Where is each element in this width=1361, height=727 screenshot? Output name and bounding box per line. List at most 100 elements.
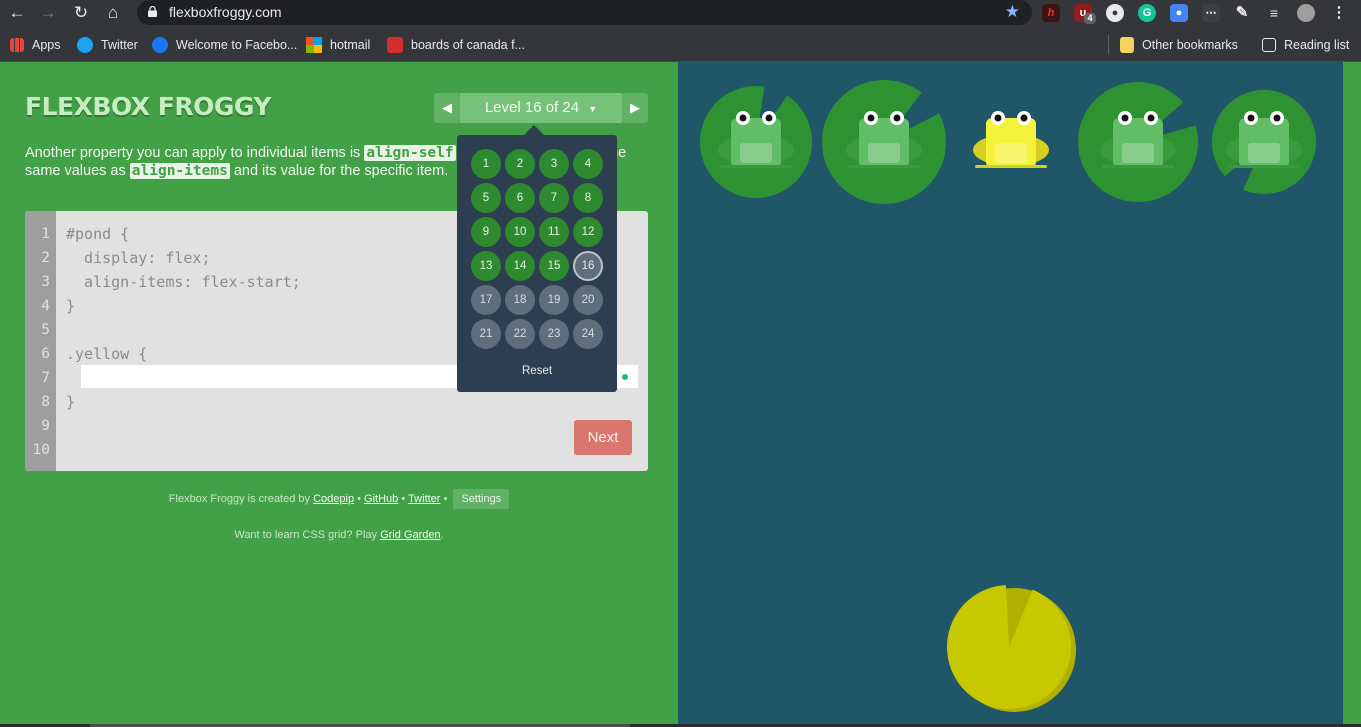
extensions-puzzle-icon[interactable]: ✎ <box>1233 4 1251 22</box>
instruction-text: and its value for the specific item. <box>229 163 449 179</box>
separator: • <box>398 493 409 505</box>
bookmark-label: Reading list <box>1284 38 1350 52</box>
level-18-button[interactable]: 18 <box>505 285 535 315</box>
frog-green-4-pupil <box>1121 114 1129 122</box>
code-line: align-items: flex-start; <box>66 273 301 291</box>
frog-green-2-pupil <box>867 114 875 122</box>
level-6-button[interactable]: 6 <box>505 183 535 213</box>
profile-avatar[interactable] <box>1297 4 1315 22</box>
level-21-button[interactable]: 21 <box>471 319 501 349</box>
bookmark-apps[interactable]: Apps <box>10 36 61 54</box>
reload-icon[interactable]: ↻ <box>70 2 92 24</box>
bookmark-star-icon[interactable]: ★ <box>1005 2 1020 22</box>
grid-garden-link[interactable]: Grid Garden <box>380 529 441 541</box>
bookmark-other[interactable]: Other bookmarks <box>1120 36 1238 54</box>
url-text: flexboxfroggy.com <box>169 4 282 20</box>
grammarly-icon[interactable]: G <box>1138 4 1156 22</box>
level-12-button[interactable]: 12 <box>573 217 603 247</box>
bookmark-twitter[interactable]: Twitter <box>77 36 138 54</box>
extension-circle-icon[interactable]: ● <box>1106 4 1124 22</box>
twitter-link[interactable]: Twitter <box>408 493 440 505</box>
pond-scene <box>700 79 1316 712</box>
instruction-text: Another property you can apply to indivi… <box>25 145 365 161</box>
h-extension-icon[interactable]: h <box>1042 4 1060 22</box>
menu-kebab-icon[interactable]: ⋮ <box>1330 4 1348 22</box>
bookmark-facebook[interactable]: Welcome to Facebo... <box>152 36 297 54</box>
level-16-button[interactable]: 16 <box>573 251 603 281</box>
level-5-button[interactable]: 5 <box>471 183 501 213</box>
level-13-button[interactable]: 13 <box>471 251 501 281</box>
level-text: Level 16 of 24 <box>484 99 580 116</box>
bookmark-label: Welcome to Facebo... <box>176 38 298 52</box>
next-level-arrow-button[interactable]: ▶ <box>622 93 648 123</box>
level-8-button[interactable]: 8 <box>573 183 603 213</box>
translate-extension-icon[interactable]: ● <box>1170 4 1188 22</box>
level-2-button[interactable]: 2 <box>505 149 535 179</box>
level-10-button[interactable]: 10 <box>505 217 535 247</box>
line-number: 3 <box>41 274 50 290</box>
back-icon[interactable]: ← <box>6 2 28 24</box>
credits-line: Flexbox Froggy is created by Codepip • G… <box>0 489 678 509</box>
bookmark-label: hotmail <box>330 38 371 52</box>
code-line: } <box>66 297 76 315</box>
frog-green-4-feet <box>1102 165 1174 168</box>
separator: • <box>354 493 365 505</box>
line-number: 6 <box>41 346 50 362</box>
settings-button[interactable]: Settings <box>453 489 510 509</box>
line-number: 4 <box>41 298 50 314</box>
frog-green-5-pupil <box>1247 114 1255 122</box>
forward-icon[interactable]: → <box>37 2 59 24</box>
grid-garden-promo: Want to learn CSS grid? Play Grid Garden… <box>0 529 678 541</box>
level-indicator[interactable]: Level 16 of 24 ▼ <box>460 93 622 123</box>
bookmarks-divider <box>1108 35 1109 54</box>
code-line: #pond { <box>66 225 130 243</box>
level-24-button[interactable]: 24 <box>573 319 603 349</box>
input-status-dot <box>622 374 628 380</box>
bookmark-hotmail[interactable]: hotmail <box>306 36 370 54</box>
level-14-button[interactable]: 14 <box>505 251 535 281</box>
codepip-link[interactable]: Codepip <box>313 493 354 505</box>
level-1-button[interactable]: 1 <box>471 149 501 179</box>
frog-green-5-pupil <box>1273 114 1281 122</box>
game-logo: FLEXBOX FROGGY <box>25 92 271 121</box>
microsoft-icon <box>306 37 322 53</box>
level-4-button[interactable]: 4 <box>573 149 603 179</box>
pond-board <box>678 62 1343 724</box>
browser-toolbar: ← → ↻ ⌂ flexboxfroggy.com ★ h u 4 ● G ● … <box>0 0 1361 27</box>
frog-green-1-feet <box>720 165 792 168</box>
level-23-button[interactable]: 23 <box>539 319 569 349</box>
bookmark-label: Apps <box>32 38 61 52</box>
level-7-button[interactable]: 7 <box>539 183 569 213</box>
frog-green-4-pupil <box>1147 114 1155 122</box>
level-19-button[interactable]: 19 <box>539 285 569 315</box>
reset-button[interactable]: Reset <box>457 365 617 377</box>
page-edge <box>1343 62 1361 727</box>
level-15-button[interactable]: 15 <box>539 251 569 281</box>
home-icon[interactable]: ⌂ <box>102 2 124 24</box>
line-number: 10 <box>32 442 50 458</box>
frog-green-2-pupil <box>893 114 901 122</box>
level-17-button[interactable]: 17 <box>471 285 501 315</box>
level-9-button[interactable]: 9 <box>471 217 501 247</box>
frog-green-1-belly <box>740 143 772 163</box>
code-keyword: align-items <box>129 163 230 179</box>
github-link[interactable]: GitHub <box>364 493 398 505</box>
level-11-button[interactable]: 11 <box>539 217 569 247</box>
frog-yellow-pupil <box>994 114 1002 122</box>
bookmark-reading-list[interactable]: Reading list <box>1262 36 1349 54</box>
bookmark-label: Other bookmarks <box>1142 38 1238 52</box>
prev-level-button[interactable]: ◀ <box>434 93 460 123</box>
address-bar[interactable]: flexboxfroggy.com ★ <box>137 0 1032 25</box>
next-button[interactable]: Next <box>574 420 632 455</box>
bookmark-boards[interactable]: boards of canada f... <box>387 36 525 54</box>
level-22-button[interactable]: 22 <box>505 319 535 349</box>
frog-green-2-belly <box>868 143 900 163</box>
level-20-button[interactable]: 20 <box>573 285 603 315</box>
line-number: 7 <box>41 370 50 386</box>
lock-icon <box>148 6 157 17</box>
line-number: 5 <box>41 322 50 338</box>
media-control-icon[interactable]: ≡ <box>1265 4 1283 22</box>
level-3-button[interactable]: 3 <box>539 149 569 179</box>
frog-green-2-feet <box>848 165 920 168</box>
more-extension-icon[interactable]: ⋯ <box>1202 4 1220 22</box>
